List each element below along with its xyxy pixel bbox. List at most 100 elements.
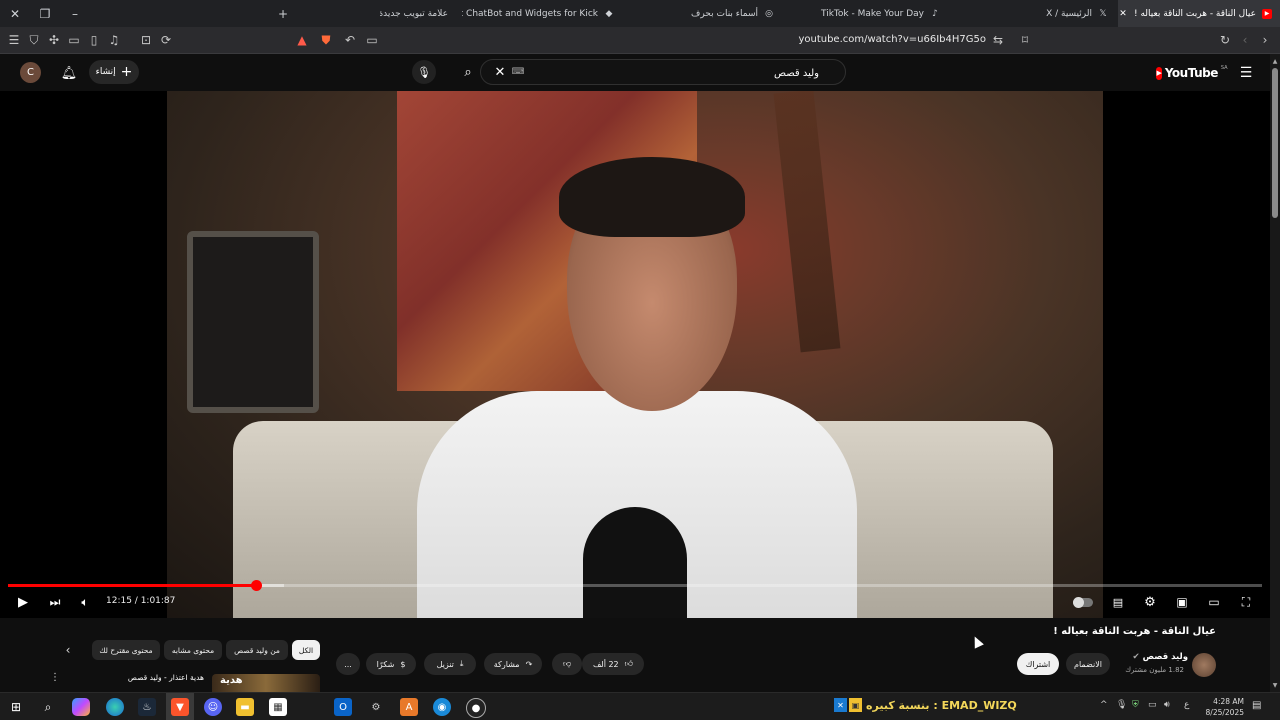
- brave-browser-icon[interactable]: ▼: [171, 698, 189, 716]
- notifications-icon[interactable]: ▤: [1252, 700, 1266, 711]
- close-window-icon[interactable]: ✕: [2, 0, 28, 27]
- thanks-label: شكرًا: [376, 659, 395, 669]
- tab-new-tab[interactable]: علامة تبويب جديدة: [380, 0, 456, 27]
- youtube-logo[interactable]: ▶ YouTube SA: [1156, 65, 1228, 81]
- music-icon[interactable]: ♫: [106, 32, 122, 48]
- create-button[interactable]: + إنشاء: [89, 60, 139, 84]
- autoplay-toggle-icon[interactable]: [1070, 591, 1096, 613]
- fullscreen-icon[interactable]: ⛶: [1234, 591, 1258, 613]
- restore-window-icon[interactable]: ❐: [32, 0, 58, 27]
- ticker-x-icon: ✕: [834, 698, 847, 712]
- guide-menu-icon[interactable]: ☰: [1236, 63, 1256, 83]
- app-a-icon[interactable]: A: [400, 698, 418, 716]
- suggested-video-thumbnail[interactable]: هدية: [212, 674, 320, 692]
- miniplayer-icon[interactable]: ▣: [1170, 591, 1194, 613]
- windows-start-icon[interactable]: ⊞: [7, 698, 25, 716]
- close-tab-icon[interactable]: ✕: [1118, 9, 1128, 19]
- outlook-icon[interactable]: O: [334, 698, 352, 716]
- microphone-icon[interactable]: 🎙︎: [412, 60, 436, 84]
- network-icon[interactable]: ▭: [1148, 700, 1160, 710]
- suggested-video-title[interactable]: هدية اعتذار - وليد قصص: [96, 673, 204, 682]
- copilot-icon[interactable]: [72, 698, 90, 716]
- app-blue-icon[interactable]: ◉: [433, 698, 451, 716]
- share-button[interactable]: ↷ مشاركة: [484, 653, 542, 675]
- search-input[interactable]: [517, 63, 821, 83]
- page-scrollbar[interactable]: ▲ ▼: [1270, 54, 1280, 692]
- subscriber-count: 1.82 مليون مشترك: [1125, 666, 1184, 674]
- tab-x[interactable]: 𝕏 الرئيسية / X: [1040, 0, 1116, 27]
- site-icon: ◎: [765, 8, 773, 19]
- chip-related[interactable]: محتوى مشابه: [164, 640, 222, 660]
- tab-names[interactable]: ◎ أسماء بنات بحرف ف: [690, 0, 782, 27]
- site-settings-icon[interactable]: ⇆: [990, 32, 1006, 48]
- steam-icon[interactable]: ♨: [138, 698, 156, 716]
- microsoft-store-icon[interactable]: ▦: [269, 698, 287, 716]
- file-explorer-icon[interactable]: ▬: [236, 698, 254, 716]
- tab-chatbot[interactable]: ◆ The best ChatBot and Widgets for Kick: [462, 0, 622, 27]
- next-button-icon[interactable]: ⏭︎: [44, 591, 66, 613]
- chip-recommended[interactable]: محتوى مقترح لك: [92, 640, 160, 660]
- search-button-icon[interactable]: ⌕: [455, 60, 481, 84]
- channel-avatar[interactable]: [1192, 653, 1216, 677]
- screenshot-icon[interactable]: ⊡: [138, 32, 154, 48]
- sidebar-icon[interactable]: ▯: [86, 32, 102, 48]
- clock[interactable]: 4:28 AM 8/25/2025: [1196, 696, 1244, 718]
- play-button-icon[interactable]: ▶: [12, 591, 34, 613]
- minimize-window-icon[interactable]: –: [62, 0, 88, 27]
- tab-youtube-active[interactable]: ▶ عيال الناقة - هربت الناقة بعياله ! ✕: [1118, 0, 1280, 27]
- forward-icon[interactable]: ‹: [1237, 32, 1253, 48]
- obs-icon[interactable]: ●: [466, 698, 486, 718]
- settings-gear-icon[interactable]: ⚙: [1138, 591, 1162, 613]
- more-actions-button[interactable]: ...: [336, 653, 360, 675]
- chips-prev-icon[interactable]: ‹: [60, 642, 76, 658]
- progress-bar[interactable]: [8, 580, 1262, 591]
- theater-mode-icon[interactable]: ▭: [1202, 591, 1226, 613]
- brave-shield-icon[interactable]: ⛊: [318, 32, 334, 48]
- suggested-more-icon[interactable]: ⋮: [50, 672, 62, 683]
- notifications-bell-icon[interactable]: 🔔︎: [59, 63, 79, 83]
- video-title: عيال الناقة - هربت الناقة بعياله !: [1053, 626, 1216, 637]
- join-button[interactable]: الانضمام: [1066, 653, 1110, 675]
- chip-all[interactable]: الكل: [292, 640, 320, 660]
- scrollbar-thumb[interactable]: [1272, 68, 1278, 218]
- clear-search-icon[interactable]: ✕: [491, 63, 509, 81]
- subscribe-button[interactable]: اشتراك: [1017, 653, 1059, 675]
- scroll-down-icon[interactable]: ▼: [1271, 682, 1279, 689]
- speaker-icon[interactable]: 🔊︎: [1164, 700, 1176, 710]
- brave-rewards-icon[interactable]: ▲: [294, 32, 310, 48]
- thanks-button[interactable]: $ شكرًا: [366, 653, 416, 675]
- share-label: مشاركة: [493, 659, 520, 669]
- menu-icon[interactable]: ☰: [6, 32, 22, 48]
- puzzle-icon[interactable]: ✣: [46, 32, 62, 48]
- news-ticker[interactable]: بنسبة كبيره : EMAD_WIZQ: [866, 699, 1017, 712]
- language-indicator[interactable]: ع: [1184, 700, 1194, 710]
- video-player[interactable]: ▶ ⏭︎ 🔈︎ 12:15 / 1:01:87 ▤ ⚙ ▣ ▭ ⛶: [0, 91, 1270, 618]
- shield-tray-icon[interactable]: ⛨: [1132, 700, 1144, 710]
- new-tab-button[interactable]: +: [270, 0, 296, 27]
- tab-tiktok[interactable]: ♪ TikTok - Make Your Day: [788, 0, 948, 27]
- scroll-up-icon[interactable]: ▲: [1271, 58, 1279, 65]
- volume-icon[interactable]: 🔈︎: [74, 591, 96, 613]
- settings-icon[interactable]: ⚙: [367, 698, 385, 716]
- microphone-tray-icon[interactable]: 🎙︎: [1116, 700, 1128, 710]
- download-button[interactable]: ⤓ تنزيل: [424, 653, 476, 675]
- discord-icon[interactable]: ☺: [204, 698, 222, 716]
- bookmark-icon[interactable]: ⌑: [1017, 32, 1033, 48]
- sync-icon[interactable]: ⟳: [158, 32, 174, 48]
- chip-from-channel[interactable]: من وليد قصص: [226, 640, 288, 660]
- edge-icon[interactable]: [106, 698, 124, 716]
- tabs-icon[interactable]: ▭: [66, 32, 82, 48]
- avatar[interactable]: C: [20, 62, 41, 83]
- search-icon[interactable]: ⌕: [39, 698, 57, 716]
- back-icon[interactable]: ›: [1257, 32, 1273, 48]
- shield-icon[interactable]: ⛉: [26, 32, 42, 48]
- like-button[interactable]: 👍︎ 22 ألف: [582, 653, 644, 675]
- show-hidden-icons-icon[interactable]: ^: [1100, 700, 1112, 710]
- reader-mode-icon[interactable]: ▭: [364, 32, 380, 48]
- reload-icon[interactable]: ↻: [1217, 32, 1233, 48]
- address-bar-url[interactable]: youtube.com/watch?v=u66Ib4H7G5o: [760, 34, 986, 45]
- subtitles-icon[interactable]: ▤: [1106, 591, 1130, 613]
- channel-name[interactable]: وليد قصص ✔: [1110, 652, 1188, 662]
- back-arrow-icon[interactable]: ↶: [342, 32, 358, 48]
- dislike-button[interactable]: 👎︎: [552, 653, 582, 675]
